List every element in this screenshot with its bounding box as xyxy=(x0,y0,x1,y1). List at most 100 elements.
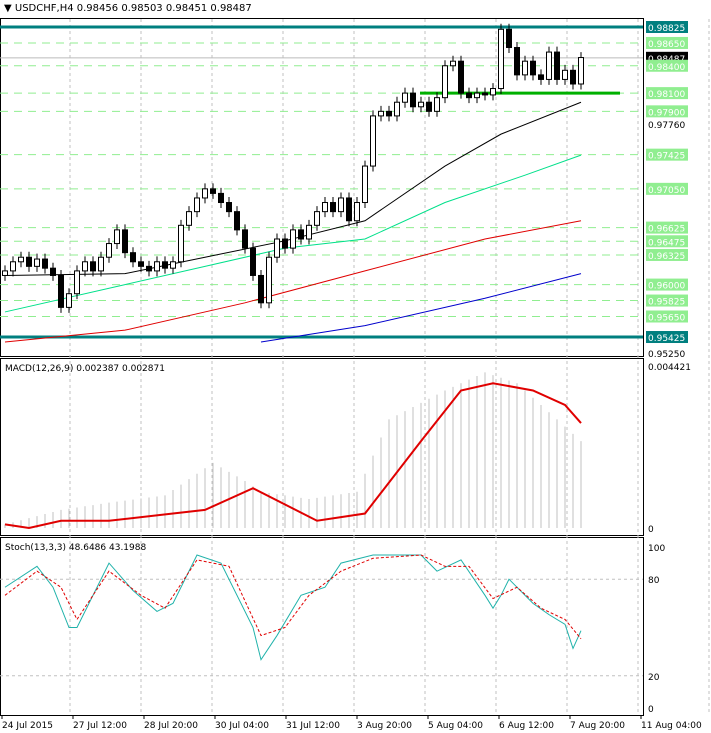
candle-body xyxy=(42,258,48,269)
candle-body xyxy=(298,229,304,240)
candle-body xyxy=(530,60,536,76)
price-axis-label: 0.98400 xyxy=(648,63,685,73)
open-value: 0.98456 xyxy=(76,3,119,14)
candle-body xyxy=(266,256,272,304)
candle-body xyxy=(122,229,128,254)
candle-body xyxy=(498,28,504,90)
candle-body xyxy=(378,110,384,117)
low-value: 0.98451 xyxy=(165,3,208,14)
candle-body xyxy=(562,69,568,80)
candle-body xyxy=(418,101,424,108)
macd-panel xyxy=(0,358,644,536)
candle-body xyxy=(194,197,200,213)
price-axis-label: 0.95250 xyxy=(648,350,685,360)
candle-body xyxy=(178,224,184,263)
candle-body xyxy=(66,293,72,308)
candle-body xyxy=(346,197,352,222)
candle-body xyxy=(506,28,512,49)
candle-body xyxy=(2,270,8,276)
price-axis-label: 0.97425 xyxy=(648,152,685,162)
stoch-axis-label: 20 xyxy=(648,673,660,683)
x-axis-label: 27 Jul 12:00 xyxy=(73,721,127,731)
price-axis-label: 0.95825 xyxy=(648,298,685,308)
chart-title: ▼ USDCHF,H4 0.98456 0.98503 0.98451 0.98… xyxy=(4,3,252,14)
x-axis-label: 7 Aug 20:00 xyxy=(570,721,625,731)
stoch-panel xyxy=(0,537,644,716)
price-axis-label: 0.98650 xyxy=(648,40,685,50)
candle-body xyxy=(522,60,528,76)
candle-body xyxy=(474,92,480,99)
x-axis-label: 11 Aug 04:00 xyxy=(641,721,702,731)
candle-body xyxy=(26,256,32,267)
candle-body xyxy=(274,238,280,258)
stoch-signal-line xyxy=(4,554,582,640)
candle-body xyxy=(570,69,576,85)
candle-body xyxy=(554,51,560,80)
stoch-axis-label: 100 xyxy=(648,544,665,554)
x-axis-label: 28 Jul 20:00 xyxy=(144,721,198,731)
chart-window: 0.98825 0.98650 0.98487 0.98400 0.98100 0.979… xyxy=(0,0,711,733)
candle-body xyxy=(426,101,432,112)
candle-body xyxy=(202,188,208,199)
candle-body xyxy=(58,274,64,308)
candle-body xyxy=(98,256,104,272)
candle-body xyxy=(138,261,144,267)
candle-body xyxy=(386,110,392,117)
price-axis-label: 0.97050 xyxy=(648,186,685,196)
price-axis-label: 0.95650 xyxy=(648,313,685,323)
price-axis-label: 0.97760 xyxy=(648,121,685,131)
candle-body xyxy=(218,192,224,204)
candle-body xyxy=(210,188,216,194)
candle-body xyxy=(410,92,416,108)
candle-body xyxy=(258,274,264,304)
dropdown-icon[interactable]: ▼ xyxy=(4,3,12,14)
candle-body xyxy=(226,202,232,213)
x-axis-label: 5 Aug 04:00 xyxy=(428,721,483,731)
x-axis-label: 24 Jul 2015 xyxy=(2,721,53,731)
candle-body xyxy=(170,261,176,269)
candle-body xyxy=(10,261,16,272)
candle-body xyxy=(154,261,160,272)
candle-body xyxy=(114,229,120,245)
price-axis-label: 0.96625 xyxy=(648,225,685,235)
candle-body xyxy=(434,97,440,112)
candle-body xyxy=(442,65,448,99)
candle-body xyxy=(82,261,88,272)
ma-blue-line xyxy=(260,273,582,343)
candle-body xyxy=(106,243,112,258)
candle-body xyxy=(74,270,80,295)
macd-axis-max: 0.004421 xyxy=(648,363,691,373)
candle-body xyxy=(130,252,136,263)
stoch-axis-label: 80 xyxy=(648,576,660,586)
candle-body xyxy=(322,202,328,213)
candle-body xyxy=(90,261,96,272)
x-axis-label: 31 Jul 12:00 xyxy=(286,721,340,731)
x-axis-label: 3 Aug 20:00 xyxy=(357,721,412,731)
candle-body xyxy=(314,211,320,226)
stoch-label: Stoch(13,3,3) 48.6486 43.1988 xyxy=(5,543,147,553)
x-axis-label: 6 Aug 12:00 xyxy=(499,721,554,731)
candle-body xyxy=(466,92,472,99)
candle-body xyxy=(402,92,408,103)
price-axis-label: 0.98825 xyxy=(648,24,685,34)
candle-body xyxy=(578,57,584,85)
candle-body xyxy=(482,92,488,96)
x-axis-label: 30 Jul 04:00 xyxy=(215,721,269,731)
candle-body xyxy=(538,74,544,80)
stoch-main-line xyxy=(4,554,582,661)
candle-body xyxy=(146,265,152,272)
candle-body xyxy=(490,88,496,96)
candle-body xyxy=(370,115,376,167)
candle-body xyxy=(514,47,520,76)
macd-axis-zero: 0 xyxy=(648,525,654,535)
candle-body xyxy=(354,202,360,222)
candle-body xyxy=(186,211,192,226)
candle-body xyxy=(450,60,456,67)
price-axis-label: 0.96325 xyxy=(648,252,685,262)
candle-body xyxy=(394,101,400,117)
macd-label: MACD(12,26,9) 0.002387 0.002871 xyxy=(5,364,165,374)
candle-body xyxy=(330,202,336,213)
candle-body xyxy=(162,261,168,269)
candle-body xyxy=(234,211,240,231)
candle-body xyxy=(282,238,288,249)
